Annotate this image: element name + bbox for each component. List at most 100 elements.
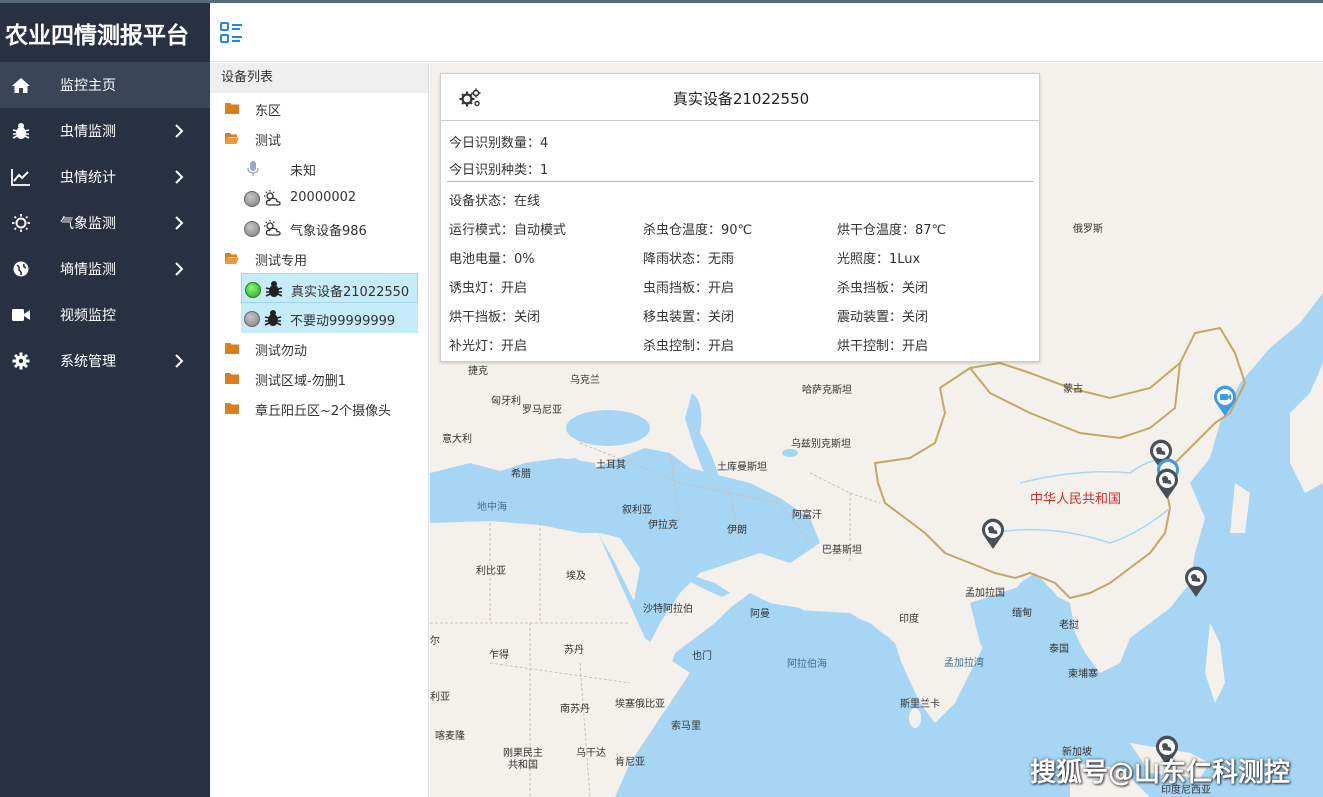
map-label: 巴基斯坦	[822, 545, 862, 556]
map-label: 罗马尼亚	[522, 405, 562, 416]
field-dry-temp: 烘干仓温度：87℃	[837, 223, 947, 238]
field-kill-shield: 杀虫挡板：关闭	[837, 281, 929, 296]
map-label: 也门	[692, 651, 712, 662]
device-status: 设备状态：在线	[449, 194, 541, 209]
tree-folder[interactable]: 测试	[210, 123, 428, 153]
field-vibrator: 震动装置：关闭	[837, 310, 929, 325]
tree-folder[interactable]: 测试区域-勿删1	[210, 363, 428, 393]
tree-device[interactable]: 气象设备986	[241, 213, 418, 243]
tree-node-label: 真实设备21022550	[291, 285, 410, 300]
sidebar-item-home[interactable]: 监控主页	[0, 62, 210, 108]
map-label: 捷克	[468, 366, 488, 377]
tree-folder[interactable]: 章丘阳丘区~2个摄像头	[210, 393, 428, 423]
sidebar-item-weather[interactable]: 气象监测	[0, 200, 210, 246]
field-rain: 降雨状态：无雨	[643, 252, 735, 267]
today-species: 今日识别种类：1	[449, 163, 549, 178]
map-label: 斯里兰卡	[900, 699, 940, 710]
map-label: 希腊	[511, 469, 531, 480]
field-dry-control: 烘干控制：开启	[837, 339, 929, 354]
map-label: 苏丹	[564, 645, 584, 656]
map-label: 蒙古	[1063, 384, 1083, 395]
device-info-popup: 真实设备21022550 今日识别数量：4 今日识别种类：1 设备状态：在线 运…	[440, 73, 1040, 362]
tree-folder[interactable]: 测试专用	[210, 243, 428, 273]
popup-header: 真实设备21022550	[441, 74, 1039, 121]
status-offline-icon	[244, 221, 260, 237]
map-label: 印度	[899, 614, 919, 625]
tree-node-label: 20000002	[290, 190, 357, 205]
device-tree-panel: 设备列表 东区 测试 未知 20000002 气象设备986 测试专用 真实设备…	[210, 63, 429, 797]
map-label: 匈牙利	[491, 396, 521, 407]
map-label: 利亚	[430, 692, 450, 703]
weather-station-pin-icon[interactable]	[1154, 468, 1180, 500]
field-illuminance: 光照度：1Lux	[837, 252, 921, 267]
tree-node-label: 测试专用	[255, 254, 308, 269]
watermark: 搜狐号@山东仁科测控	[1030, 758, 1291, 788]
map-label: 尔	[430, 636, 440, 647]
folder-open-icon	[225, 253, 239, 264]
map-label: 孟加拉湾	[944, 658, 984, 669]
bug-icon	[265, 281, 283, 297]
map-label: 阿富汗	[792, 510, 822, 521]
map-label: 阿拉伯海	[787, 659, 827, 670]
tree-device[interactable]: 未知	[241, 153, 418, 183]
top-header	[210, 3, 1323, 62]
sidebar-item-soil[interactable]: 墒情监测	[0, 246, 210, 292]
map-label: 乌干达	[576, 748, 606, 759]
chevron-right-icon	[175, 170, 184, 184]
sidebar-item-label: 系统管理	[60, 354, 116, 370]
sidebar-item-label: 墒情监测	[60, 262, 116, 278]
bug-icon	[264, 310, 282, 326]
field-rain-shield: 虫雨挡板：开启	[643, 281, 735, 296]
map-label: 阿曼	[750, 609, 770, 620]
camera-pin-icon[interactable]	[1212, 385, 1238, 417]
weather-icon	[264, 220, 281, 236]
chevron-right-icon	[175, 262, 184, 276]
folder-icon	[225, 373, 239, 384]
tree-device-selected[interactable]: 不要动99999999	[241, 303, 418, 333]
map-label: 柬埔寨	[1068, 669, 1098, 680]
map-label: 乌兹别克斯坦	[791, 439, 851, 450]
tree-node-label: 未知	[290, 164, 317, 179]
tree-node-label: 东区	[255, 104, 282, 119]
tree-folder[interactable]: 测试勿动	[210, 333, 428, 363]
map-label: 乍得	[489, 650, 509, 661]
menu-toggle-icon[interactable]	[220, 22, 246, 48]
tree-device[interactable]: 20000002	[241, 183, 418, 213]
map-label: 沙特阿拉伯	[643, 604, 693, 615]
weather-station-pin-icon[interactable]	[1183, 566, 1209, 598]
map-label: 喀麦隆	[435, 731, 465, 742]
tree-node-label: 章丘阳丘区~2个摄像头	[255, 404, 392, 419]
map-label: 俄罗斯	[1073, 224, 1103, 235]
map-label: 土耳其	[596, 460, 626, 471]
bug-icon	[12, 123, 30, 139]
status-offline-icon	[244, 311, 260, 327]
sidebar-item-system[interactable]: 系统管理	[0, 338, 210, 384]
map-label: 老挝	[1059, 620, 1079, 631]
tree-device-selected[interactable]: 真实设备21022550	[241, 273, 418, 303]
map-label: 南苏丹	[560, 704, 590, 715]
field-battery: 电池电量：0%	[449, 252, 535, 267]
sidebar-item-label: 监控主页	[60, 78, 116, 94]
sidebar-item-pest-stats[interactable]: 虫情统计	[0, 154, 210, 200]
map-label: 伊拉克	[648, 520, 678, 531]
gear-icon	[12, 352, 30, 370]
microphone-icon	[247, 161, 259, 176]
map-label: 土库曼斯坦	[717, 462, 767, 473]
device-list-title: 设备列表	[210, 63, 428, 93]
sidebar-item-pest-monitor[interactable]: 虫情监测	[0, 108, 210, 154]
map-label-china: 中华人民共和国	[1030, 492, 1122, 507]
sidebar-item-label: 虫情监测	[60, 124, 116, 140]
home-icon	[12, 78, 30, 93]
tree-folder[interactable]: 东区	[210, 93, 428, 123]
video-camera-icon	[12, 309, 30, 321]
tree-node-label: 气象设备986	[290, 224, 367, 239]
map-label: 利比亚	[476, 566, 506, 577]
map-label: 叙利亚	[622, 505, 652, 516]
tree-node-label: 测试	[255, 134, 282, 149]
sidebar-item-video[interactable]: 视频监控	[0, 292, 210, 338]
weather-station-pin-icon[interactable]	[980, 518, 1006, 550]
field-dry-shield: 烘干挡板：关闭	[449, 310, 541, 325]
folder-icon	[225, 103, 239, 114]
tree-node-label: 不要动99999999	[290, 314, 396, 329]
folder-open-icon	[225, 133, 239, 144]
